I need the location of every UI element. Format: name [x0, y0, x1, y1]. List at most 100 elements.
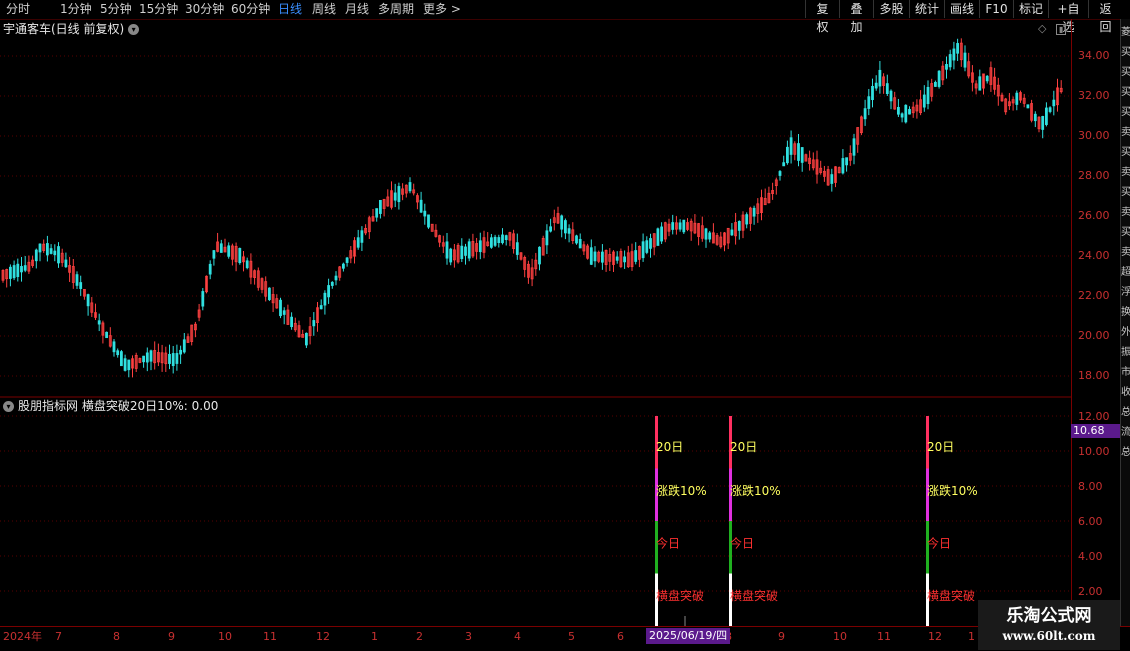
candle-body — [845, 157, 848, 166]
stats-button[interactable]: 统计 — [909, 0, 944, 18]
candle-body — [397, 186, 401, 203]
window-icon[interactable]: ▮ — [1055, 24, 1067, 35]
candle-body — [460, 245, 464, 260]
period-multi[interactable]: 多周期 — [378, 1, 414, 17]
candle-body — [786, 146, 789, 164]
candle-body — [116, 350, 120, 356]
candle-body — [345, 257, 349, 263]
price-label: 32.00 — [1078, 89, 1110, 102]
candle-body — [38, 243, 42, 253]
candle-body — [800, 147, 804, 163]
candle-body — [641, 241, 645, 259]
candle-body — [922, 94, 926, 108]
watermark: 乐淘公式网 www.60lt.com — [978, 600, 1120, 650]
candle-body — [545, 230, 549, 246]
period-fenshi[interactable]: 分时 — [6, 1, 30, 17]
price-label: 24.00 — [1078, 249, 1110, 262]
candle-body — [841, 158, 845, 174]
period-more[interactable]: 更多 > — [423, 1, 461, 17]
period-15min[interactable]: 15分钟 — [139, 1, 178, 17]
signal-label: 涨跌10% — [656, 483, 707, 498]
candle-body — [863, 108, 867, 120]
period-1min[interactable]: 1分钟 — [60, 1, 92, 17]
signal-label: 横盘突破 — [730, 588, 778, 603]
period-weekly[interactable]: 周线 — [312, 1, 336, 17]
candle-body — [12, 265, 16, 279]
candle-body — [497, 237, 501, 244]
candle-body — [871, 85, 874, 101]
signal-label: 横盘突破 — [927, 588, 975, 603]
period-60min[interactable]: 60分钟 — [231, 1, 270, 17]
candle-body — [23, 265, 27, 271]
candle-body — [889, 90, 893, 102]
chevron-down-icon[interactable]: ▾ — [128, 24, 140, 35]
candle-body — [356, 237, 360, 248]
candle-body — [279, 299, 282, 317]
back-button[interactable]: 返回 — [1088, 0, 1122, 34]
watermark-title: 乐淘公式网 — [1006, 606, 1092, 626]
candle-body — [46, 243, 49, 256]
candle-body — [445, 241, 449, 259]
candle-body — [649, 238, 652, 249]
x-label: 9 — [778, 630, 785, 643]
x-label: 5 — [568, 630, 575, 643]
candle-body — [330, 281, 334, 286]
candle-body — [797, 143, 800, 161]
overlay-button[interactable]: 叠加 — [839, 0, 873, 34]
candle-body — [878, 69, 882, 87]
candle-body — [408, 182, 412, 192]
candle-body — [515, 242, 519, 255]
x-label: 11 — [263, 630, 277, 643]
price-label: 28.00 — [1078, 169, 1110, 182]
x-label: 12 — [928, 630, 942, 643]
candle-body — [8, 266, 12, 279]
price-label: 34.00 — [1078, 49, 1110, 62]
candle-body — [64, 259, 68, 268]
fuquan-button[interactable]: 复权 — [805, 0, 839, 34]
candle-body — [53, 250, 57, 256]
add-watchlist-button[interactable]: +自选 — [1048, 0, 1088, 34]
candle-body — [645, 240, 649, 253]
x-label: 7 — [55, 630, 62, 643]
candle-body — [478, 240, 482, 253]
candle-body — [504, 235, 508, 240]
f10-button[interactable]: F10 — [979, 0, 1013, 18]
candle-body — [75, 274, 79, 286]
candle-body — [589, 247, 593, 265]
candle-body — [885, 83, 889, 95]
candle-body — [341, 263, 345, 269]
multi-stock-button[interactable]: 多股 — [873, 0, 909, 18]
indicator-label: 12.00 — [1078, 410, 1110, 423]
kline-chart[interactable]: 20日涨跌10% 今日横盘突破 20日涨跌10% 今日横盘突破 20日涨跌10% 今日横盘… — [0, 19, 1071, 626]
candle-body — [538, 246, 541, 265]
candle-body — [378, 199, 382, 214]
period-5min[interactable]: 5分钟 — [100, 1, 132, 17]
candle-body — [105, 331, 108, 339]
candle-body — [789, 137, 793, 155]
x-label: 2024年 — [3, 630, 42, 643]
diamond-icon[interactable]: ◇ — [1038, 22, 1046, 35]
mark-button[interactable]: 标记 — [1013, 0, 1048, 18]
candle-body — [208, 263, 212, 275]
candle-body — [282, 310, 286, 315]
candle-body — [182, 339, 186, 353]
x-label: 11 — [877, 630, 891, 643]
period-monthly[interactable]: 月线 — [345, 1, 369, 17]
period-daily[interactable]: 日线 — [278, 1, 302, 17]
period-30min[interactable]: 30分钟 — [185, 1, 224, 17]
chevron-down-icon[interactable]: ▾ — [3, 401, 14, 412]
indicator-title-text: 股朋指标网 横盘突破20日10%: 0.00 — [18, 399, 219, 413]
signal-label: 20日 — [656, 440, 683, 454]
candle-body — [171, 353, 175, 367]
x-label: 3 — [465, 630, 472, 643]
candle-body — [593, 251, 597, 262]
draw-line-button[interactable]: 画线 — [944, 0, 979, 18]
quote-panel-strip[interactable]: 菱 买 买 买 买 卖 买 卖 买 卖 买 卖 超 浮 换 外 振 市 收 总 … — [1120, 19, 1130, 650]
candle-body — [564, 220, 567, 234]
candle-body — [678, 222, 682, 230]
candle-body — [493, 236, 497, 246]
candle-body — [956, 43, 959, 54]
candle-body — [79, 282, 83, 289]
candle-body — [730, 229, 734, 236]
candle-body — [937, 70, 941, 87]
